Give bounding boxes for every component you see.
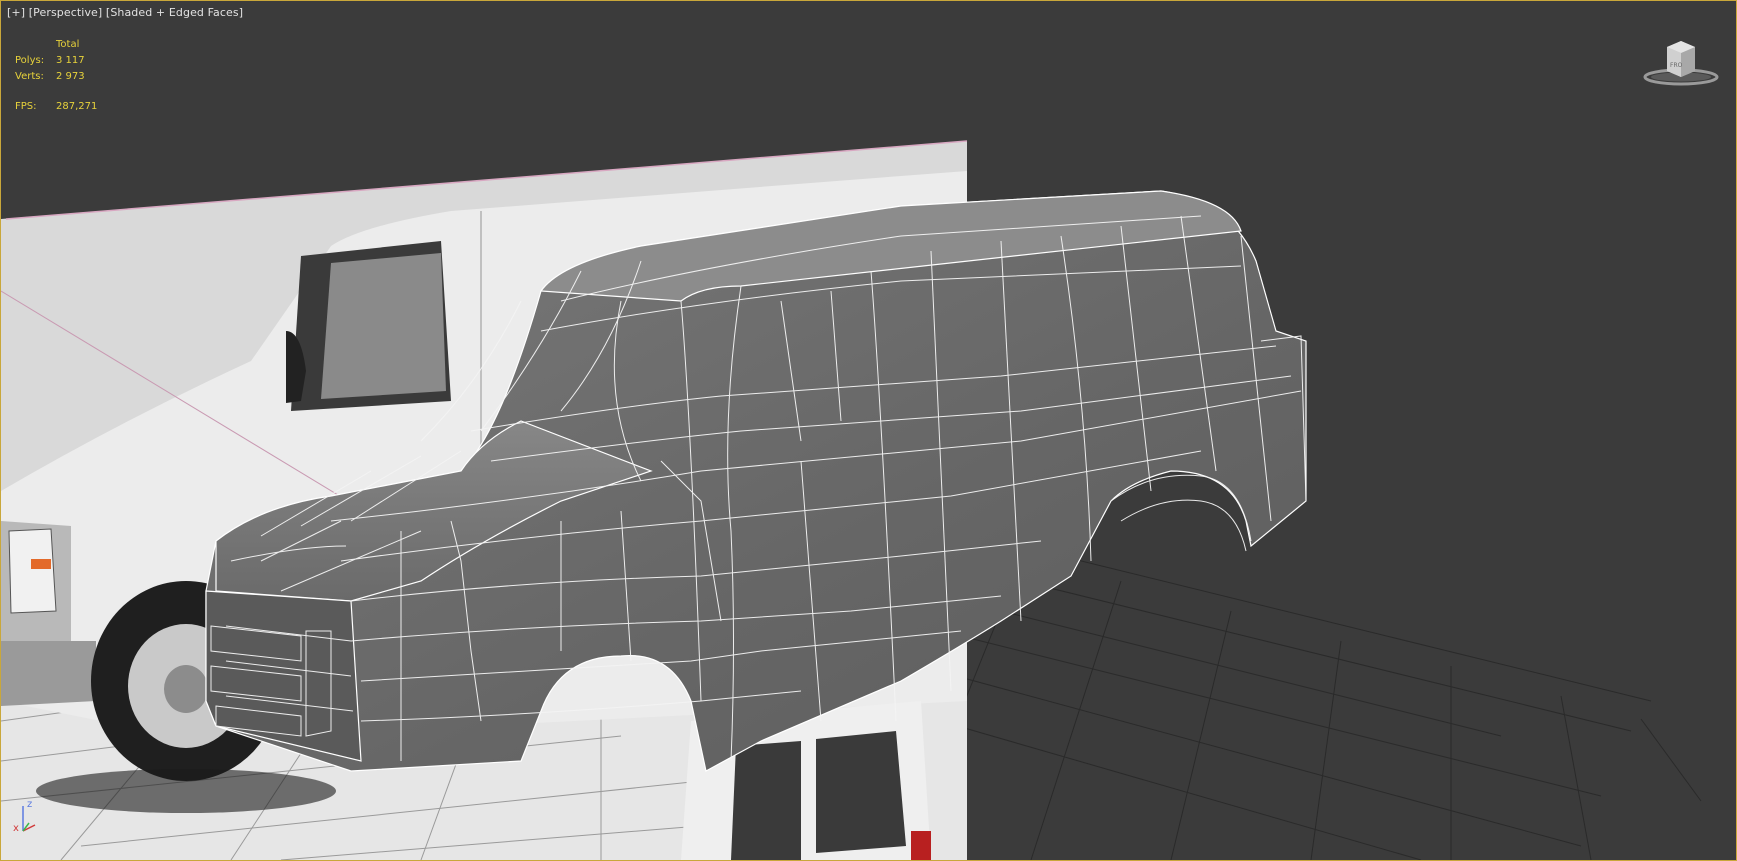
fps-value: 287,271: [56, 101, 98, 112]
verts-value: 2 973: [56, 71, 85, 82]
polys-value: 3 117: [56, 55, 85, 66]
scene-render: x z: [1, 140, 1702, 860]
viewport-shading-mode[interactable]: [Shaded + Edged Faces]: [106, 6, 243, 19]
svg-text:FRO: FRO: [1670, 62, 1683, 69]
viewport-point-of-view[interactable]: [Perspective]: [29, 6, 103, 19]
statistics-overlay: Total Polys: 3 117 Verts: 2 973 FPS: 287,27…: [15, 37, 97, 115]
fps-label: FPS:: [15, 101, 37, 112]
polys-label: Polys:: [15, 55, 45, 66]
verts-label: Verts:: [15, 71, 44, 82]
svg-text:x: x: [13, 823, 19, 834]
perspective-viewport[interactable]: x z [+] [Perspective] [Shaded + Edged Fa…: [0, 0, 1737, 861]
viewport-label: [+] [Perspective] [Shaded + Edged Faces]: [7, 6, 243, 19]
stats-header: Total: [56, 39, 80, 50]
viewport-menu-plus[interactable]: [+]: [7, 6, 25, 19]
svg-text:z: z: [27, 799, 32, 810]
viewcube-icon[interactable]: FRO: [1641, 37, 1721, 87]
